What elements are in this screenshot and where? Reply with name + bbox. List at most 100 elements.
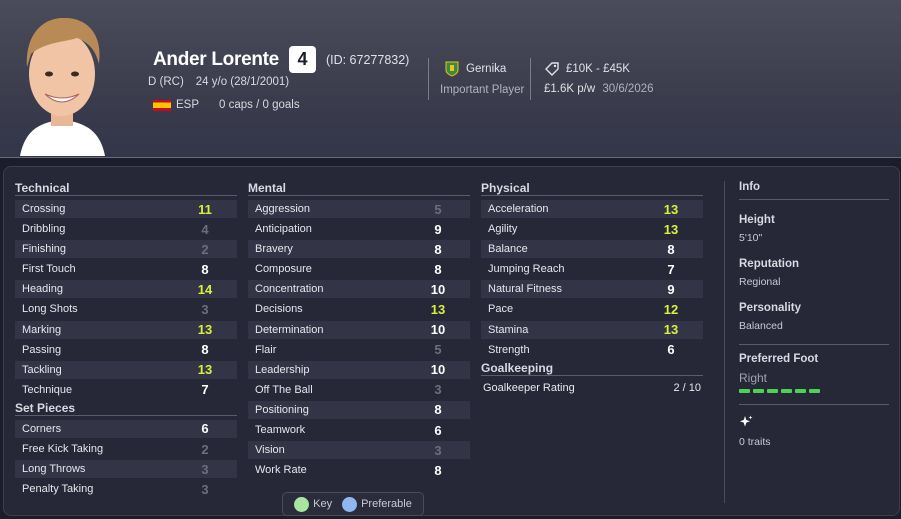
reputation-value: Regional bbox=[739, 276, 781, 288]
key-legend-item[interactable]: Key bbox=[294, 496, 332, 512]
attribute-value: 10 bbox=[430, 322, 446, 338]
traits-count: 0 traits bbox=[739, 436, 771, 448]
attribute-row[interactable]: Bravery 8 bbox=[248, 240, 470, 259]
club-row[interactable]: Gernika bbox=[445, 61, 506, 77]
player-age: 24 y/o (28/1/2001) bbox=[195, 76, 290, 88]
attribute-label: Bravery bbox=[255, 243, 293, 256]
goalkeeper-rating-row: Goalkeeper Rating 2 / 10 bbox=[481, 382, 703, 394]
attribute-row[interactable]: Vision 3 bbox=[248, 441, 470, 460]
attribute-value: 12 bbox=[663, 301, 679, 317]
attribute-row[interactable]: Passing 8 bbox=[15, 341, 237, 359]
attribute-label: Acceleration bbox=[488, 203, 549, 215]
attribute-label: Natural Fitness bbox=[488, 283, 562, 296]
attribute-row[interactable]: Tackling 13 bbox=[15, 360, 237, 379]
personality-value: Balanced bbox=[739, 320, 783, 332]
info-column: Info Height 5'10" Reputation Regional Pe… bbox=[739, 181, 889, 448]
attribute-value: 8 bbox=[434, 462, 442, 478]
goalkeeper-rating-label: Goalkeeper Rating bbox=[483, 381, 575, 394]
attribute-label: Finishing bbox=[22, 243, 67, 256]
attribute-label: Vision bbox=[255, 444, 285, 457]
attribute-label: Teamwork bbox=[255, 424, 306, 437]
attribute-value: 14 bbox=[197, 281, 213, 297]
attribute-row[interactable]: Pace 12 bbox=[481, 300, 703, 318]
attribute-row[interactable]: Technique 7 bbox=[15, 381, 237, 399]
nation-code[interactable]: ESP bbox=[176, 99, 199, 111]
sparkle-icon bbox=[739, 415, 889, 434]
player-position: D (RC) bbox=[148, 76, 184, 88]
attribute-label: Corners bbox=[22, 422, 62, 435]
goalkeeper-rating-value: 2 / 10 bbox=[673, 381, 701, 394]
attribute-row[interactable]: Long Shots 3 bbox=[15, 300, 237, 318]
attribute-row[interactable]: Agility 13 bbox=[481, 220, 703, 238]
attribute-row[interactable]: Determination 10 bbox=[248, 320, 470, 339]
contract-expiry: 30/6/2026 bbox=[602, 83, 654, 95]
attribute-value: 8 bbox=[201, 342, 209, 358]
attribute-value: 7 bbox=[667, 261, 675, 277]
attribute-label: Technique bbox=[22, 383, 73, 396]
attribute-row[interactable]: Aggression 5 bbox=[248, 200, 470, 218]
player-name: Ander Lorente bbox=[153, 48, 279, 70]
attribute-row[interactable]: Anticipation 9 bbox=[248, 220, 470, 238]
set-pieces-list: Corners 6 Free Kick Taking 2 Long Throws 3 Pen… bbox=[15, 419, 237, 498]
attribute-row[interactable]: Natural Fitness 9 bbox=[481, 280, 703, 299]
attribute-row[interactable]: Decisions 13 bbox=[248, 300, 470, 318]
attribute-row[interactable]: Strength 6 bbox=[481, 341, 703, 359]
mental-list: Aggression 5 Anticipation 9 Bravery 8 Composur… bbox=[248, 200, 470, 479]
attribute-label: Passing bbox=[22, 343, 62, 356]
attribute-label: Off The Ball bbox=[255, 383, 313, 396]
attribute-row[interactable]: Heading 14 bbox=[15, 280, 237, 299]
attribute-value: 13 bbox=[197, 322, 213, 338]
attribute-row[interactable]: Crossing 11 bbox=[15, 200, 237, 218]
attribute-row[interactable]: Dribbling 4 bbox=[15, 220, 237, 238]
attribute-label: Stamina bbox=[488, 323, 529, 336]
attribute-label: Work Rate bbox=[255, 464, 307, 477]
attribute-row[interactable]: Finishing 2 bbox=[15, 240, 237, 259]
attribute-value: 10 bbox=[430, 281, 446, 297]
attribute-label: First Touch bbox=[22, 263, 76, 276]
attribute-label: Penalty Taking bbox=[22, 483, 94, 496]
attribute-value: 6 bbox=[667, 342, 675, 358]
technical-column: Technical Crossing 11 Dribbling 4 Finishing 2… bbox=[15, 181, 237, 500]
attribute-row[interactable]: Corners 6 bbox=[15, 419, 237, 438]
attribute-row[interactable]: Free Kick Taking 2 bbox=[15, 440, 237, 458]
nationality-row: ESP 0 caps / 0 goals bbox=[153, 99, 300, 111]
attribute-label: Decisions bbox=[255, 303, 303, 316]
attribute-row[interactable]: Off The Ball 3 bbox=[248, 381, 470, 399]
preferred-foot-value: Right bbox=[739, 371, 768, 385]
attribute-row[interactable]: Work Rate 8 bbox=[248, 461, 470, 479]
technical-title: Technical bbox=[15, 181, 237, 196]
attribute-row[interactable]: Leadership 10 bbox=[248, 360, 470, 379]
attribute-value: 8 bbox=[201, 261, 209, 277]
attribute-value: 8 bbox=[434, 241, 442, 257]
attribute-row[interactable]: Composure 8 bbox=[248, 260, 470, 278]
attribute-value: 8 bbox=[434, 261, 442, 277]
attribute-row[interactable]: Teamwork 6 bbox=[248, 421, 470, 439]
goalkeeping-title: Goalkeeping bbox=[481, 361, 703, 376]
attribute-row[interactable]: Balance 8 bbox=[481, 240, 703, 259]
attribute-label: Free Kick Taking bbox=[22, 443, 104, 456]
attribute-row[interactable]: Long Throws 3 bbox=[15, 460, 237, 479]
traits-block[interactable]: 0 traits bbox=[739, 404, 889, 448]
attribute-label: Long Shots bbox=[22, 303, 78, 316]
attribute-row[interactable]: Stamina 13 bbox=[481, 320, 703, 339]
attribute-row[interactable]: Jumping Reach 7 bbox=[481, 260, 703, 278]
attribute-value: 9 bbox=[667, 281, 675, 297]
position-age-row: D (RC) 24 y/o (28/1/2001) bbox=[148, 76, 289, 88]
attribute-value: 13 bbox=[663, 322, 679, 338]
attribute-value: 4 bbox=[201, 221, 209, 237]
attribute-value: 3 bbox=[201, 481, 209, 497]
attribute-row[interactable]: Penalty Taking 3 bbox=[15, 480, 237, 498]
preferred-foot-label: Preferred Foot bbox=[739, 353, 819, 365]
attribute-label: Marking bbox=[22, 323, 62, 336]
attribute-row[interactable]: Marking 13 bbox=[15, 320, 237, 339]
preferable-legend-item[interactable]: Preferable bbox=[342, 496, 412, 512]
attribute-label: Aggression bbox=[255, 203, 311, 215]
attribute-row[interactable]: Concentration 10 bbox=[248, 280, 470, 299]
attribute-value: 5 bbox=[434, 201, 442, 217]
transfer-value: £10K - £45K bbox=[566, 63, 630, 75]
attribute-row[interactable]: Flair 5 bbox=[248, 341, 470, 359]
club-name[interactable]: Gernika bbox=[466, 63, 506, 75]
attribute-row[interactable]: First Touch 8 bbox=[15, 260, 237, 278]
attribute-row[interactable]: Acceleration 13 bbox=[481, 200, 703, 218]
attribute-row[interactable]: Positioning 8 bbox=[248, 400, 470, 419]
